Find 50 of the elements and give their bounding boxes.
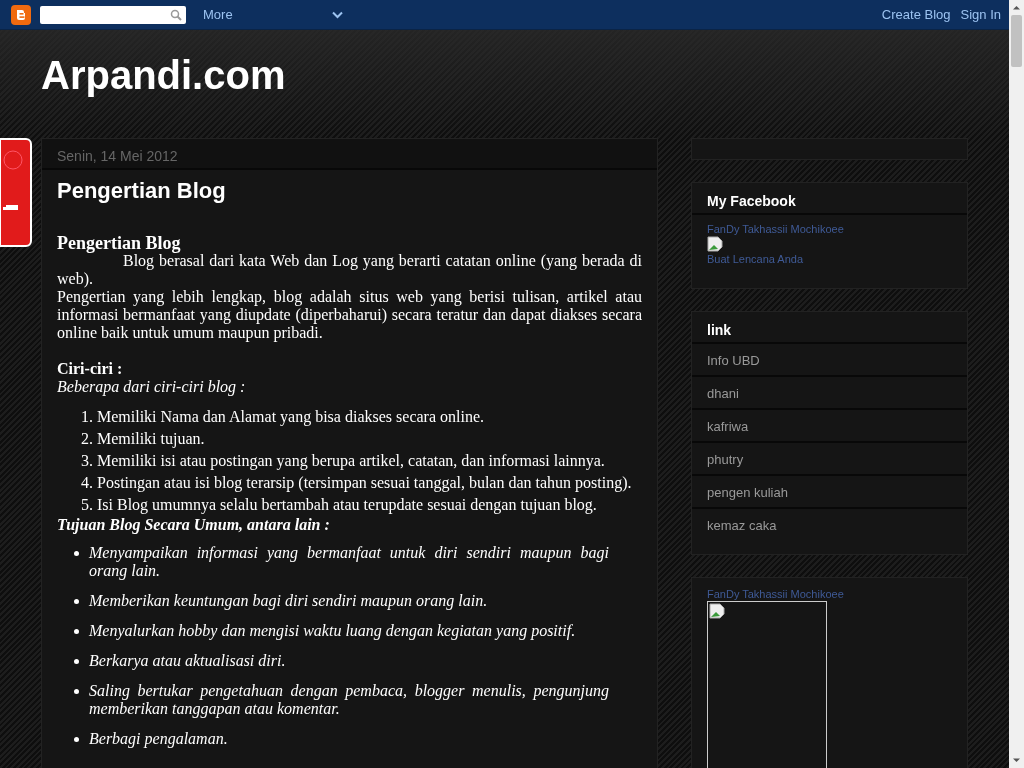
sidebar-link[interactable]: kemaz caka [692, 509, 967, 542]
sidebar-link[interactable]: phutry [692, 443, 967, 476]
sidebar-link[interactable]: pengen kuliah [692, 476, 967, 509]
sidebar-link[interactable]: dhani [692, 377, 967, 410]
search-icon [170, 8, 182, 21]
paragraph: Pengertian yang lebih lengkap, blog adalah situs web yang berisi tulisan, artikel atau informasi bermanfaat yang diupdate (diperbaharui) secara teratur dan dapat diakses secara online baik untuk umum maupun pribadi. [57, 288, 642, 342]
list-item-text: Isi Blog umumnya selalu bertambah atau terupdate sesuai dengan tujuan blog. [97, 496, 597, 514]
bullet-icon [74, 689, 79, 694]
bullet-icon [74, 659, 79, 664]
section-heading: Ciri-ciri : [57, 360, 124, 378]
bullet-icon [74, 629, 79, 634]
list-item-text: Saling bertukar pengetahuan dengan pembaca, blogger menulis, pengunjung memberikan tanggapan atau komentar. [89, 682, 609, 718]
list-number: 4. [81, 474, 93, 492]
list-item-text: Memiliki isi atau postingan yang berupa artikel, catatan, dan informasi lainnya. [97, 452, 605, 470]
side-tab-icon[interactable] [0, 138, 32, 247]
search-field[interactable] [40, 5, 186, 24]
more-link[interactable]: More [203, 4, 233, 25]
widget-title: link [692, 312, 967, 344]
list-item-text: Berbagi pengalaman. [89, 730, 228, 748]
blogger-logo-icon[interactable] [11, 4, 31, 25]
sidebar-link[interactable]: Info UBD [692, 344, 967, 377]
list-item-text: Memberikan keuntungan bagi diri sendiri maupun orang lain. [89, 592, 488, 610]
list-item-text: Memiliki Nama dan Alamat yang bisa diakses secara online. [97, 408, 484, 426]
chevron-down-icon[interactable] [331, 10, 343, 19]
post-title[interactable]: Pengertian Blog [57, 178, 642, 204]
list-item-text: Menyampaikan informasi yang bermanfaat untuk diri sendiri maupun bagi orang lain. [89, 544, 609, 580]
broken-image-icon [709, 603, 725, 619]
scrollbar[interactable] [1009, 0, 1024, 768]
bullet-icon [74, 737, 79, 742]
broken-image-icon [707, 236, 723, 252]
sign-in-link[interactable]: Sign In [960, 4, 1001, 25]
list-item-text: Memiliki tujuan. [97, 430, 205, 448]
section-heading: Pengertian Blog [57, 234, 182, 252]
list-number: 3. [81, 452, 93, 470]
create-blog-link[interactable]: Create Blog [881, 4, 951, 25]
list-number: 1. [81, 408, 93, 426]
list-item-text: Postingan atau isi blog terarsip (tersimpan sesuai tanggal, bulan dan tahun posting). [97, 474, 632, 492]
list-item-text: Berkarya atau aktualisasi diri. [89, 652, 286, 670]
post-date: Senin, 14 Mei 2012 [42, 139, 657, 170]
bullet-icon [74, 599, 79, 604]
section-heading: Tujuan Blog Secara Umum, antara lain : [57, 516, 331, 534]
paragraph: Blog berasal dari kata Web dan Log yang berarti catatan online (yang berada di web). [57, 252, 642, 288]
list-item-text: Menyalurkan hobby dan mengisi waktu luang dengan kegiatan yang positif. [89, 622, 576, 640]
list-intro: Beberapa dari ciri-ciri blog : [57, 378, 247, 396]
list-number: 2. [81, 430, 93, 448]
scrollbar-thumb[interactable] [1011, 15, 1022, 67]
bullet-icon [74, 551, 79, 556]
list-number: 5. [81, 496, 93, 514]
widget-title: My Facebook [692, 183, 967, 215]
sidebar-link[interactable]: kafriwa [692, 410, 967, 443]
